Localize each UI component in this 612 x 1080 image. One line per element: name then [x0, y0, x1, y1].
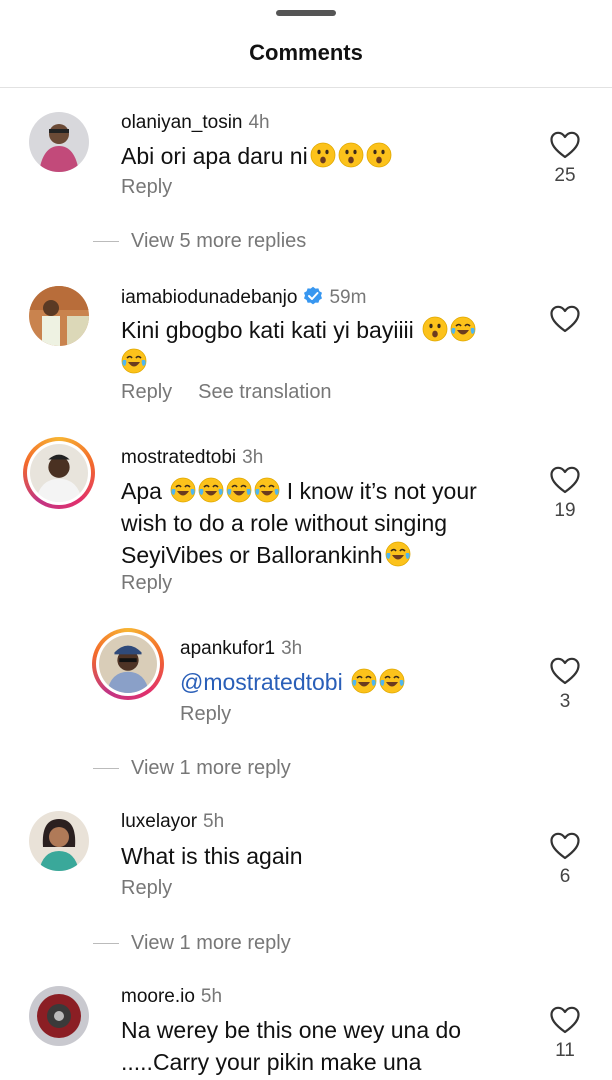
username[interactable]: mostratedtobi: [121, 447, 236, 468]
like-control: 3: [545, 657, 585, 713]
avatar[interactable]: [29, 286, 89, 346]
like-control: 19: [545, 466, 585, 522]
timestamp: 4h: [248, 112, 270, 133]
heart-outline-icon[interactable]: [550, 657, 580, 685]
hushed-face-emoji: [366, 142, 392, 168]
avatar[interactable]: [29, 986, 89, 1046]
view-more-replies[interactable]: View 1 more reply: [93, 757, 291, 780]
avatar[interactable]: [29, 811, 89, 871]
comment-text: Kini gbogbo kati kati yi bayiiii: [121, 314, 521, 378]
timestamp: 3h: [242, 447, 264, 468]
like-count: 3: [559, 691, 571, 712]
laughing-tears-emoji: [385, 541, 411, 567]
view-more-replies[interactable]: View 5 more replies: [93, 230, 306, 253]
reply-button[interactable]: Reply: [121, 176, 172, 198]
like-control: 25: [545, 131, 585, 187]
page-title: Comments: [249, 40, 363, 65]
avatar[interactable]: [23, 437, 95, 509]
hushed-face-emoji: [310, 142, 336, 168]
comment-text: What is this again: [121, 843, 303, 869]
like-control: 6: [545, 832, 585, 888]
hushed-face-emoji: [422, 316, 448, 342]
heart-outline-icon[interactable]: [550, 305, 580, 333]
username[interactable]: olaniyan_tosin: [121, 112, 242, 133]
laughing-tears-emoji: [351, 668, 377, 694]
hushed-face-emoji: [338, 142, 364, 168]
heart-outline-icon[interactable]: [550, 466, 580, 494]
heart-outline-icon[interactable]: [550, 1006, 580, 1034]
laughing-tears-emoji: [170, 477, 196, 503]
comment-text: Na werey be this one wey una do .....Car…: [121, 1017, 462, 1075]
reply-button[interactable]: Reply: [121, 572, 172, 594]
like-count: 6: [559, 866, 571, 887]
reply-button[interactable]: Reply: [180, 703, 231, 725]
timestamp: 5h: [203, 811, 225, 832]
view-more-replies[interactable]: View 1 more reply: [93, 932, 291, 955]
comment-text: Abi ori apa daru ni: [121, 140, 392, 172]
divider: [93, 241, 119, 243]
laughing-tears-emoji: [254, 477, 280, 503]
heart-outline-icon[interactable]: [550, 832, 580, 860]
like-control: 11: [545, 1006, 585, 1062]
drag-handle[interactable]: [276, 10, 336, 16]
username[interactable]: iamabiodunadebanjo: [121, 287, 297, 308]
laughing-tears-emoji: [379, 668, 405, 694]
divider: [93, 768, 119, 770]
username[interactable]: luxelayor: [121, 811, 197, 832]
see-translation-button[interactable]: See translation: [198, 381, 331, 403]
reply-button[interactable]: Reply: [121, 381, 172, 403]
comment-text: @mostratedtobi: [180, 666, 405, 698]
like-count: 19: [554, 500, 576, 521]
like-control: [545, 305, 585, 333]
timestamp: 59m: [329, 287, 367, 308]
divider: [93, 943, 119, 945]
timestamp: 5h: [200, 986, 223, 1007]
timestamp: 3h: [281, 638, 303, 659]
laughing-tears-emoji: [226, 477, 252, 503]
like-count: 11: [555, 1040, 575, 1061]
username[interactable]: moore.io: [121, 986, 195, 1007]
avatar[interactable]: [92, 628, 164, 700]
laughing-tears-emoji: [198, 477, 224, 503]
comment-text: Apa I know it’s not your wish to do a ro…: [121, 477, 477, 568]
avatar[interactable]: [29, 112, 89, 172]
laughing-tears-emoji: [450, 316, 476, 342]
username[interactable]: apankufor1: [180, 638, 275, 659]
comments-header: Comments: [0, 0, 612, 88]
laughing-tears-emoji: [121, 348, 147, 374]
reply-button[interactable]: Reply: [121, 877, 172, 899]
mention-link[interactable]: @mostratedtobi: [180, 669, 343, 695]
like-count: 25: [554, 165, 576, 186]
verified-badge-icon: [304, 286, 323, 305]
heart-outline-icon[interactable]: [550, 131, 580, 159]
